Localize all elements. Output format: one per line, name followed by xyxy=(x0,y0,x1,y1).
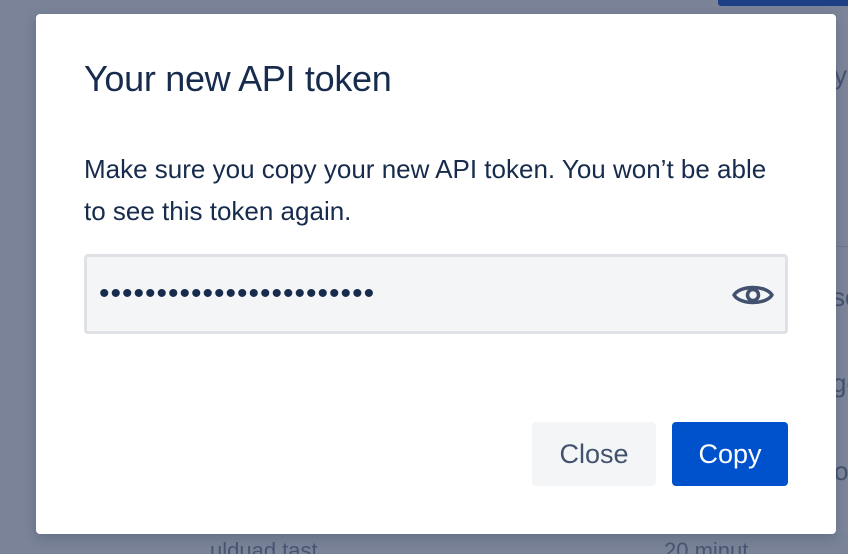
background-button xyxy=(718,0,848,6)
background-divider xyxy=(836,246,848,247)
eye-icon xyxy=(732,285,774,305)
background-text: o xyxy=(834,456,848,486)
background-text: 20 minut xyxy=(664,538,749,554)
close-button[interactable]: Close xyxy=(532,422,656,486)
api-token-dialog: Your new API token Make sure you copy yo… xyxy=(36,14,836,534)
background-text: ulduad tast xyxy=(210,538,318,554)
dialog-title: Your new API token xyxy=(84,58,392,99)
copy-button[interactable]: Copy xyxy=(672,422,788,486)
show-token-button[interactable] xyxy=(731,273,775,317)
api-token-field[interactable] xyxy=(84,254,788,334)
dialog-description: Make sure you copy your new API token. Y… xyxy=(84,154,767,226)
api-token-input[interactable] xyxy=(99,257,699,331)
